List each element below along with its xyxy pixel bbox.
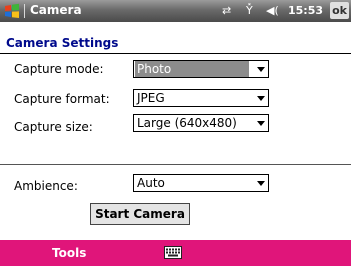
title-separator [24, 4, 25, 18]
ambience-label: Ambience: [14, 179, 78, 193]
page-title: Camera Settings [6, 36, 119, 50]
capture-format-select[interactable]: JPEG [133, 89, 269, 107]
capture-size-label: Capture size: [14, 120, 93, 134]
capture-format-label: Capture format: [14, 92, 110, 106]
app-title: Camera [30, 3, 82, 17]
speaker-icon[interactable]: ◀( [266, 4, 279, 17]
keyboard-icon[interactable] [164, 246, 182, 259]
capture-mode-value: Photo [135, 61, 249, 77]
chevron-down-icon [257, 67, 265, 72]
softkey-bar: Tools [0, 240, 351, 266]
start-camera-button[interactable]: Start Camera [90, 203, 190, 225]
clock[interactable]: 15:53 [288, 4, 323, 17]
signal-off-icon[interactable]: Y̽ [246, 4, 253, 17]
connectivity-icon[interactable]: ⇄ [222, 4, 231, 17]
capture-size-select[interactable]: Large (640x480) [133, 114, 269, 132]
capture-format-value: JPEG [137, 91, 165, 105]
capture-mode-select[interactable]: Photo [133, 60, 269, 78]
capture-mode-label: Capture mode: [14, 62, 104, 76]
capture-size-value: Large (640x480) [137, 116, 237, 130]
windows-start-icon[interactable] [4, 3, 20, 19]
ambience-select[interactable]: Auto [133, 174, 269, 192]
chevron-down-icon [257, 181, 265, 186]
title-bar: Camera ⇄ Y̽ ◀( 15:53 ok [0, 0, 351, 22]
tools-softkey[interactable]: Tools [52, 246, 86, 260]
heading-divider [0, 53, 351, 54]
chevron-down-icon [257, 121, 265, 126]
chevron-down-icon [257, 96, 265, 101]
section-divider [0, 164, 351, 165]
ambience-value: Auto [137, 176, 165, 190]
ok-button[interactable]: ok [330, 2, 349, 19]
